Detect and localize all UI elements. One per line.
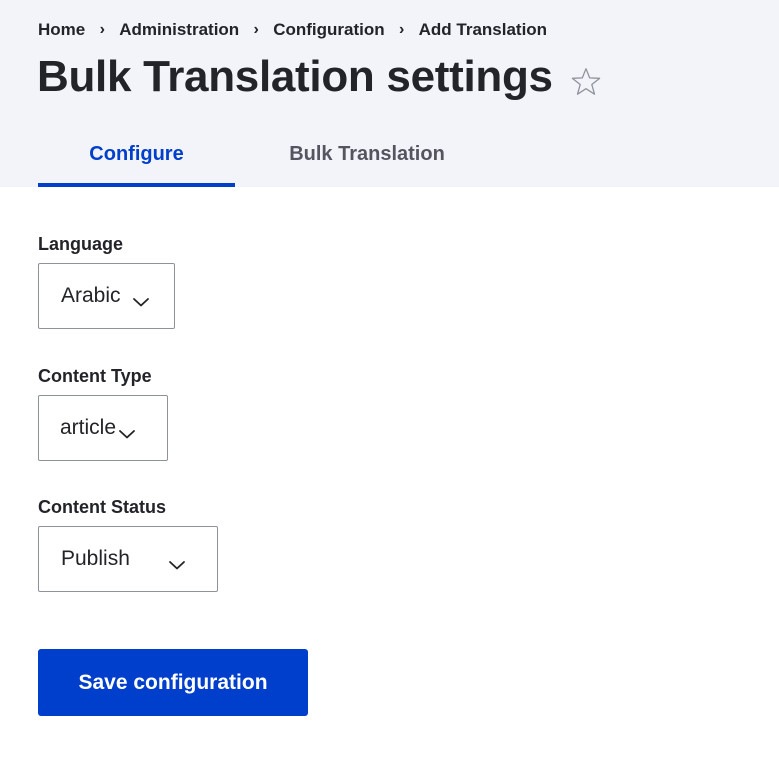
breadcrumb-separator: › bbox=[398, 21, 405, 38]
page-title-row: Bulk Translation settings bbox=[37, 50, 603, 104]
language-select[interactable]: Arabic bbox=[38, 263, 175, 329]
breadcrumb-separator: › bbox=[253, 21, 259, 38]
language-select-value: Arabic bbox=[61, 284, 121, 307]
tab-bulk-translation-label: Bulk Translation bbox=[289, 143, 445, 165]
chevron-down-icon bbox=[168, 553, 186, 570]
content-type-select[interactable]: article bbox=[38, 395, 168, 461]
content-status-label: Content Status bbox=[38, 497, 166, 517]
content-type-label: Content Type bbox=[38, 366, 152, 386]
star-outline-icon[interactable] bbox=[569, 60, 603, 95]
tab-configure-label: Configure bbox=[89, 143, 184, 165]
breadcrumb-separator: › bbox=[99, 21, 105, 38]
save-configuration-button[interactable]: Save configuration bbox=[38, 649, 308, 716]
breadcrumb-add-translation[interactable]: Add Translation bbox=[419, 20, 547, 40]
page-header: Home › Administration › Configuration › … bbox=[0, 0, 779, 187]
tab-bulk-translation[interactable]: Bulk Translation bbox=[235, 128, 499, 187]
content-status-select[interactable]: Publish bbox=[38, 526, 218, 592]
content-status-select-value: Publish bbox=[61, 547, 130, 570]
tab-bar: Configure Bulk Translation bbox=[38, 128, 499, 187]
chevron-down-icon bbox=[132, 290, 150, 307]
page-title: Bulk Translation settings bbox=[37, 52, 553, 101]
breadcrumb-administration[interactable]: Administration bbox=[119, 20, 239, 40]
chevron-down-icon bbox=[118, 422, 136, 439]
content-type-select-value: article bbox=[60, 416, 117, 439]
tab-configure[interactable]: Configure bbox=[38, 128, 235, 187]
breadcrumb-home[interactable]: Home bbox=[38, 20, 85, 40]
breadcrumb: Home › Administration › Configuration › … bbox=[38, 19, 547, 41]
breadcrumb-configuration[interactable]: Configuration bbox=[273, 20, 384, 40]
language-label: Language bbox=[38, 234, 124, 254]
